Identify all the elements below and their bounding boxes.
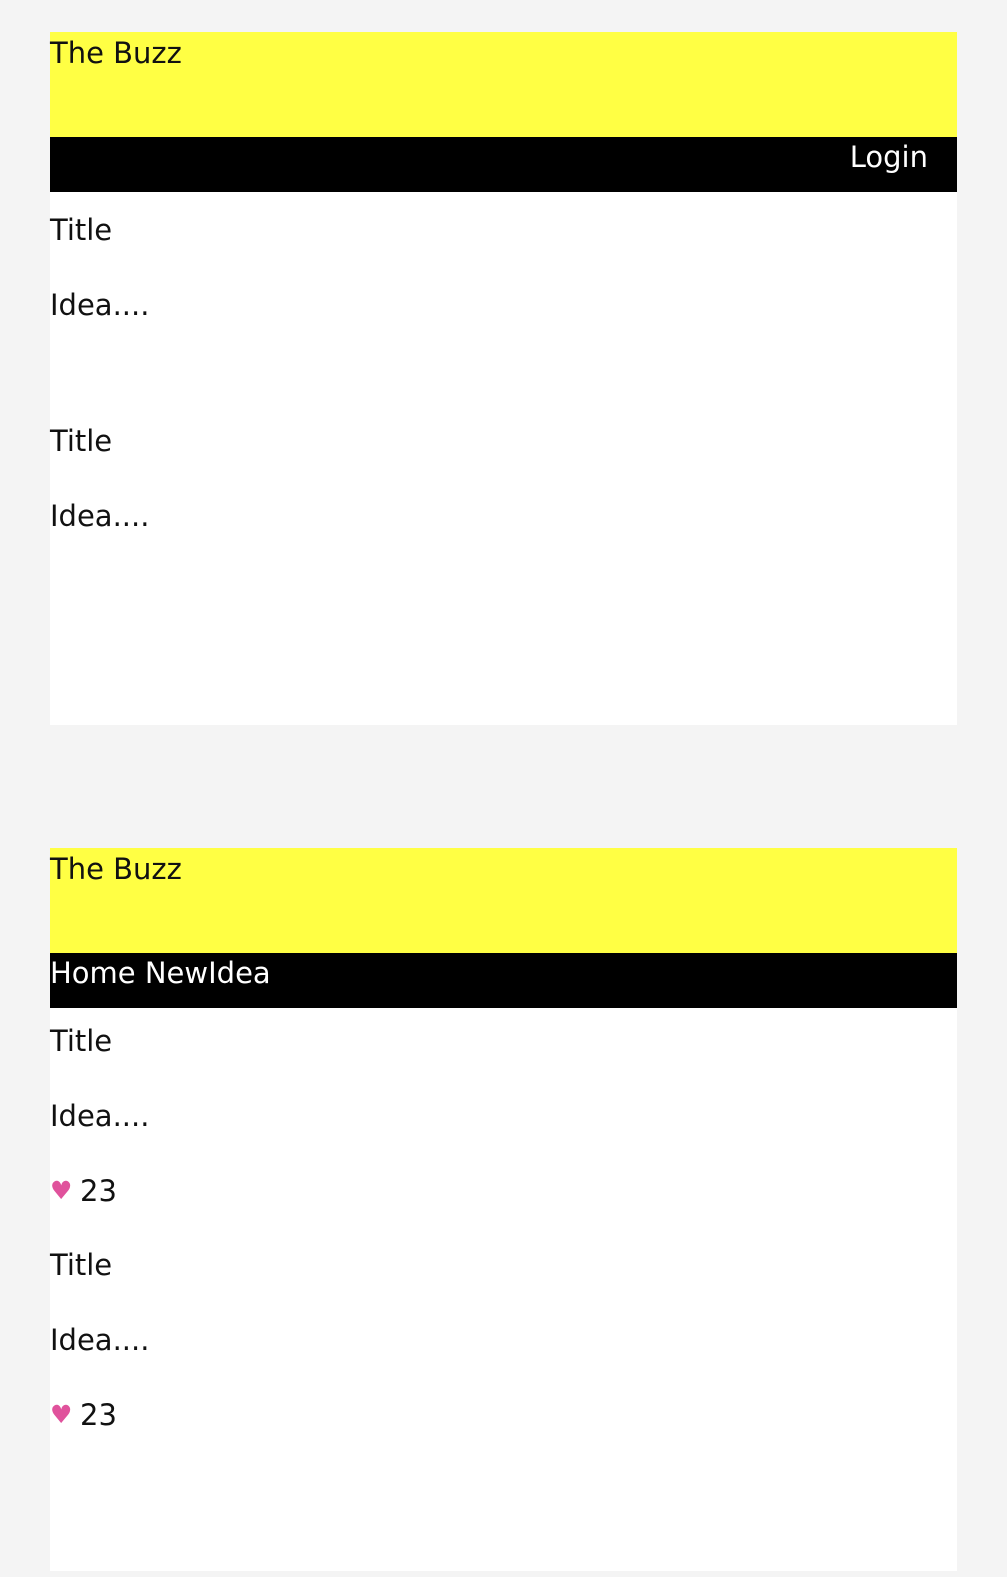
site-header: The Buzz xyxy=(50,32,957,137)
post: Title xyxy=(50,210,112,250)
post-body: Idea.... xyxy=(50,285,149,325)
like-counter: ♥ 23 xyxy=(50,1171,117,1211)
navbar: Home NewIdea xyxy=(50,953,957,1008)
new-idea-link[interactable]: NewIdea xyxy=(145,953,271,993)
heart-icon[interactable]: ♥ xyxy=(50,1395,80,1435)
post-idea: Idea.... xyxy=(50,499,150,533)
logged-in-frame: The Buzz Home NewIdea Title Idea.... ♥ 2… xyxy=(50,848,957,1571)
post-idea: Idea.... xyxy=(50,1323,150,1357)
heart-icon[interactable]: ♥ xyxy=(50,1171,80,1211)
home-link[interactable]: Home xyxy=(50,953,136,993)
site-title: The Buzz xyxy=(50,36,182,70)
post: Title xyxy=(50,1021,112,1061)
post: Title xyxy=(50,421,112,461)
post: Title xyxy=(50,1245,112,1285)
navbar: Login xyxy=(50,137,957,192)
post-idea: Idea.... xyxy=(50,1099,150,1133)
site-title: The Buzz xyxy=(50,852,182,886)
nav-separator xyxy=(136,953,145,993)
post-body: Idea.... xyxy=(50,1320,149,1360)
like-counter: ♥ 23 xyxy=(50,1395,117,1435)
logged-out-frame: The Buzz Login Title Idea.... Title Idea… xyxy=(50,32,957,725)
login-link[interactable]: Login xyxy=(850,137,928,177)
like-count: 23 xyxy=(80,1398,117,1432)
post-body: Idea.... xyxy=(50,1096,149,1136)
post-title: Title xyxy=(50,213,113,247)
post-idea: Idea.... xyxy=(50,288,150,322)
post-title: Title xyxy=(50,1248,113,1282)
post-title: Title xyxy=(50,424,113,458)
post-body: Idea.... xyxy=(50,496,149,536)
like-count: 23 xyxy=(80,1174,117,1208)
site-header: The Buzz xyxy=(50,848,957,953)
post-title: Title xyxy=(50,1024,113,1058)
